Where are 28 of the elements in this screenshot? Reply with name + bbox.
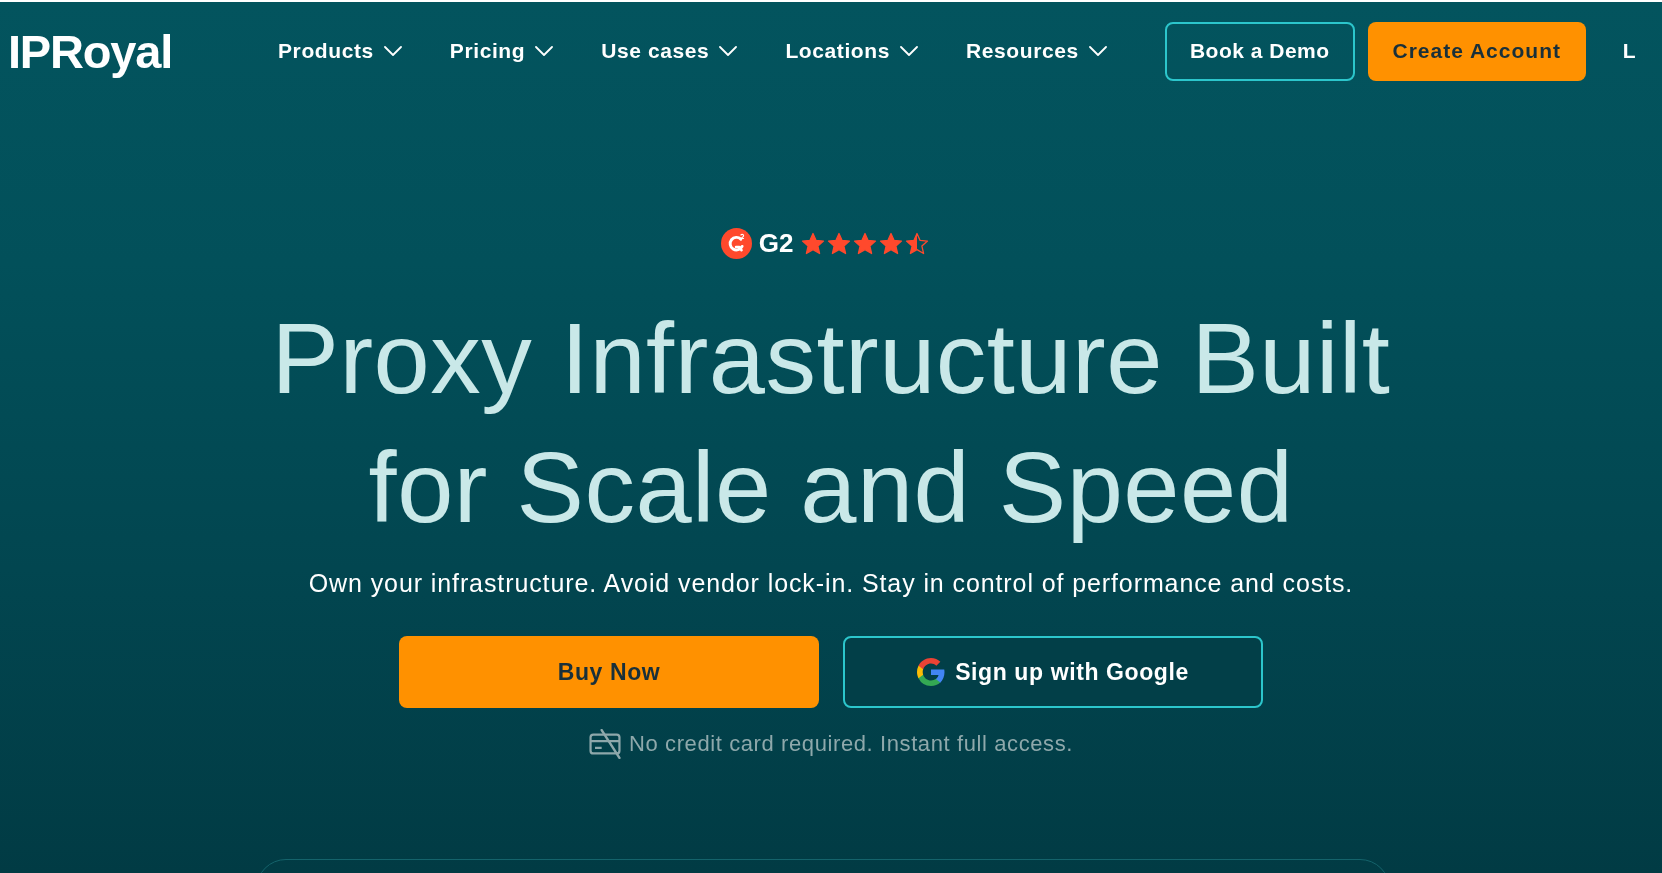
logo[interactable]: IPRoyal (8, 23, 172, 79)
create-account-button[interactable]: Create Account (1367, 21, 1586, 81)
no-card-note: No credit card required. Instant full access. (629, 730, 1073, 758)
hero-heading: Proxy Infrastructure Built for Scale and Speed (270, 301, 1392, 545)
rating-brand: G2 (758, 227, 794, 259)
nav-menu-item[interactable]: Resources (965, 39, 1107, 63)
hero-subtitle: Own your infrastructure. Avoid vendor lock-in. Stay in control of performance and costs. (308, 568, 1354, 599)
nav-menu-item[interactable]: Pricing (449, 39, 554, 63)
card-off-icon (589, 729, 621, 759)
star-icon (879, 231, 904, 255)
chevron-down-icon (1088, 46, 1107, 56)
book-demo-button[interactable]: Book a Demo (1164, 21, 1355, 81)
google-icon (917, 658, 946, 686)
nav-menu-item[interactable]: Products (278, 39, 402, 63)
star-icon (827, 231, 852, 255)
star-icon (853, 231, 878, 255)
nav-menu-item[interactable]: Locations (785, 39, 918, 63)
star-icon (801, 231, 826, 255)
chevron-down-icon (535, 46, 554, 56)
star-icon (905, 231, 930, 255)
chevron-down-icon (719, 46, 738, 56)
chevron-down-icon (899, 46, 918, 56)
chevron-down-icon (383, 46, 402, 56)
google-signup-button[interactable]: Sign up with Google (843, 636, 1263, 708)
nav-menu-item[interactable]: Use cases (601, 39, 738, 63)
g2-logo-icon (720, 227, 752, 259)
buy-now-button[interactable]: Buy Now (399, 636, 819, 708)
nav-link[interactable]: L (1622, 39, 1636, 63)
